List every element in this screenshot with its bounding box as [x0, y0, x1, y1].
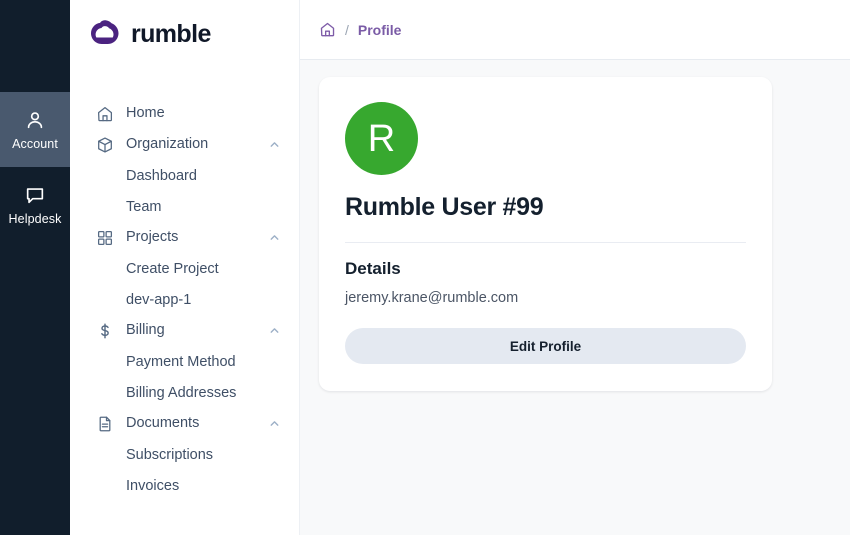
sidebar-item-team[interactable]: Team	[70, 191, 299, 222]
rail-item-helpdesk-label: Helpdesk	[8, 211, 62, 226]
sidebar-item-documents-label: Documents	[126, 415, 200, 432]
profile-email: jeremy.krane@rumble.com	[345, 290, 519, 307]
chevron-up-icon[interactable]	[268, 138, 281, 151]
sidebar-item-projects[interactable]: Projects	[70, 222, 299, 253]
user-icon	[24, 109, 46, 131]
divider	[345, 241, 746, 243]
rail-item-helpdesk[interactable]: Helpdesk	[0, 167, 70, 242]
sidebar-item-payment-method-label: Payment Method	[126, 353, 236, 370]
page-body: R Rumble User #99 Details jeremy.krane@r…	[300, 60, 850, 535]
sidebar-nav: Home Organization Dashboard Team Project…	[70, 68, 299, 501]
breadcrumb-current[interactable]: Profile	[358, 23, 402, 37]
page-title: Rumble User #99	[345, 193, 544, 221]
breadcrumb-separator: /	[345, 21, 349, 38]
avatar-initial: R	[367, 117, 396, 160]
sidebar-item-dev-app-1-label: dev-app-1	[126, 291, 192, 308]
breadcrumb: / Profile	[319, 21, 401, 38]
chevron-up-icon[interactable]	[268, 324, 281, 337]
profile-card: R Rumble User #99 Details jeremy.krane@r…	[319, 77, 772, 392]
chevron-up-icon[interactable]	[268, 417, 281, 430]
rail-item-account-label: Account	[12, 136, 58, 151]
sidebar-item-team-label: Team	[126, 198, 162, 215]
sidebar-item-invoices[interactable]: Invoices	[70, 470, 299, 501]
sidebar-item-dev-app-1[interactable]: dev-app-1	[70, 284, 299, 315]
rail-item-account[interactable]: Account	[0, 92, 70, 167]
sidebar-item-dashboard[interactable]: Dashboard	[70, 160, 299, 191]
topbar: / Profile	[300, 0, 850, 60]
sidebar-item-organization-label: Organization	[126, 136, 209, 153]
sidebar-item-dashboard-label: Dashboard	[126, 167, 197, 184]
sidebar-item-billing-addresses-label: Billing Addresses	[126, 384, 237, 401]
app-root: Account Helpdesk rumble Home Organizatio…	[0, 0, 850, 535]
dollar-icon	[96, 322, 114, 340]
content-area: / Profile R Rumble User #99 Details jere…	[300, 0, 850, 535]
brand-name: rumble	[131, 19, 211, 48]
sidebar-item-home-label: Home	[126, 105, 165, 122]
edit-profile-button[interactable]: Edit Profile	[345, 328, 746, 365]
brand-logo[interactable]: rumble	[70, 0, 299, 68]
details-heading: Details	[345, 258, 401, 278]
sidebar-item-payment-method[interactable]: Payment Method	[70, 346, 299, 377]
home-icon[interactable]	[319, 21, 336, 38]
avatar: R	[345, 102, 418, 175]
sidebar: rumble Home Organization Dashboard Team …	[70, 0, 300, 535]
sidebar-item-subscriptions[interactable]: Subscriptions	[70, 439, 299, 470]
sidebar-item-create-project-label: Create Project	[126, 260, 219, 277]
sidebar-item-subscriptions-label: Subscriptions	[126, 446, 214, 463]
sidebar-item-billing[interactable]: Billing	[70, 315, 299, 346]
icon-rail: Account Helpdesk	[0, 0, 70, 535]
cube-icon	[96, 136, 114, 154]
sidebar-item-home[interactable]: Home	[70, 98, 299, 129]
sidebar-item-create-project[interactable]: Create Project	[70, 253, 299, 284]
chevron-up-icon[interactable]	[268, 231, 281, 244]
grid-icon	[96, 229, 114, 247]
document-icon	[96, 415, 114, 433]
sidebar-item-billing-label: Billing	[126, 322, 165, 339]
rumble-cloud-logo-icon	[88, 19, 122, 49]
home-icon	[96, 105, 114, 123]
sidebar-item-documents[interactable]: Documents	[70, 408, 299, 439]
sidebar-item-projects-label: Projects	[126, 229, 179, 246]
sidebar-item-organization[interactable]: Organization	[70, 129, 299, 160]
sidebar-item-invoices-label: Invoices	[126, 477, 180, 494]
sidebar-item-billing-addresses[interactable]: Billing Addresses	[70, 377, 299, 408]
chat-bubble-icon	[24, 184, 46, 206]
